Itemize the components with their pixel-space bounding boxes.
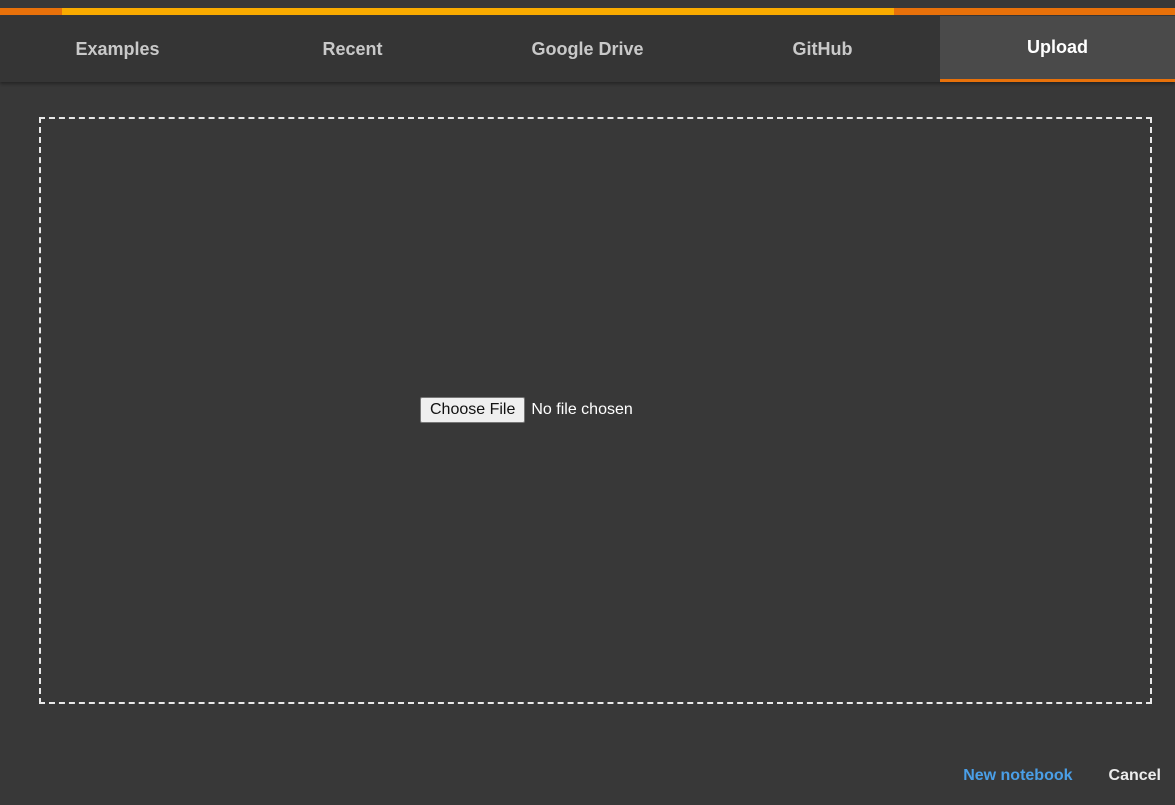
tab-label: GitHub bbox=[792, 38, 853, 59]
top-accent-bar bbox=[0, 0, 1175, 16]
file-status-text: No file chosen bbox=[531, 401, 633, 418]
tab-recent[interactable]: Recent bbox=[235, 16, 470, 82]
tab-label: Examples bbox=[75, 38, 160, 59]
accent-bar-orange-right bbox=[894, 8, 1175, 15]
tab-examples[interactable]: Examples bbox=[0, 16, 235, 82]
new-notebook-button[interactable]: New notebook bbox=[963, 767, 1072, 785]
tab-google-drive[interactable]: Google Drive bbox=[470, 16, 705, 82]
accent-bar-yellow bbox=[62, 8, 894, 15]
accent-bar-orange-left bbox=[0, 8, 62, 15]
choose-file-button[interactable]: Choose File bbox=[420, 397, 526, 423]
dialog-footer: New notebook Cancel bbox=[963, 762, 1161, 790]
tab-label: Google Drive bbox=[531, 38, 644, 59]
tab-github[interactable]: GitHub bbox=[705, 16, 940, 82]
cancel-button[interactable]: Cancel bbox=[1109, 767, 1161, 785]
file-picker: Choose File No file chosen bbox=[420, 397, 633, 423]
tab-label: Upload bbox=[1027, 37, 1088, 57]
tab-label: Recent bbox=[322, 38, 383, 59]
tab-upload[interactable]: Upload bbox=[940, 16, 1175, 82]
tab-bar: Examples Recent Google Drive GitHub Uplo… bbox=[0, 16, 1175, 82]
